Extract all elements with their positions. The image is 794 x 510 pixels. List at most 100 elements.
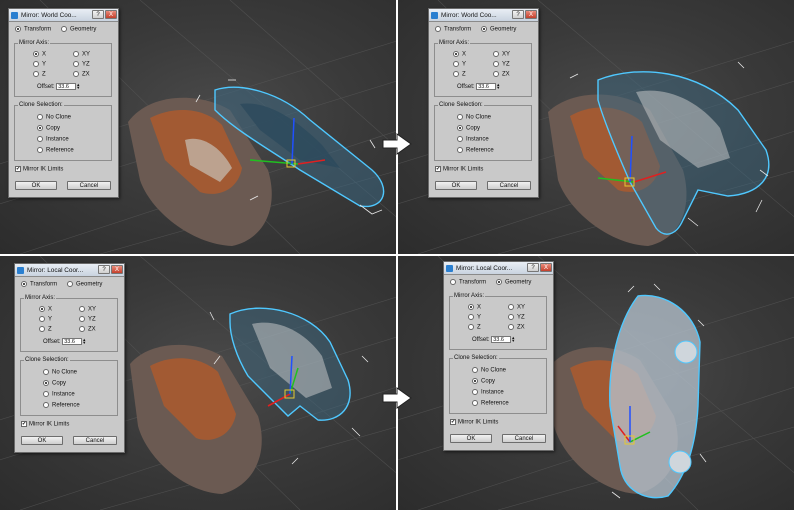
radio-icon[interactable] bbox=[457, 125, 463, 131]
radio-icon[interactable] bbox=[37, 147, 43, 153]
axis-z-radio[interactable]: Z bbox=[468, 324, 481, 331]
axis-x-radio[interactable]: X bbox=[33, 51, 46, 58]
radio-icon[interactable] bbox=[37, 136, 43, 142]
radio-icon[interactable] bbox=[33, 51, 39, 57]
radio-icon[interactable] bbox=[21, 281, 27, 287]
close-button[interactable]: X bbox=[105, 10, 117, 19]
clone-none-radio[interactable]: No Clone bbox=[457, 114, 491, 121]
radio-icon[interactable] bbox=[61, 26, 67, 32]
axis-xy-radio[interactable]: XY bbox=[493, 51, 510, 58]
radio-icon[interactable] bbox=[457, 136, 463, 142]
spinner-arrows-icon[interactable]: ▲ ▼ bbox=[76, 83, 80, 90]
ok-button[interactable]: OK bbox=[15, 181, 57, 190]
radio-icon[interactable] bbox=[33, 61, 39, 67]
mode-transform-radio[interactable]: Transform bbox=[450, 279, 486, 286]
axis-yz-radio[interactable]: YZ bbox=[493, 61, 510, 68]
axis-xy-radio[interactable]: XY bbox=[73, 51, 90, 58]
axis-xy-radio[interactable]: XY bbox=[79, 306, 96, 313]
radio-icon[interactable] bbox=[493, 51, 499, 57]
clone-instance-radio[interactable]: Instance bbox=[457, 136, 489, 143]
help-button[interactable]: ? bbox=[98, 265, 110, 274]
ok-button[interactable]: OK bbox=[450, 434, 492, 443]
spinner-arrows-icon[interactable]: ▲ ▼ bbox=[82, 338, 86, 345]
mode-geometry-radio[interactable]: Geometry bbox=[61, 26, 96, 33]
axis-x-radio[interactable]: X bbox=[468, 304, 481, 311]
clone-copy-radio[interactable]: Copy bbox=[37, 125, 60, 132]
close-button[interactable]: X bbox=[540, 263, 552, 272]
clone-instance-radio[interactable]: Instance bbox=[37, 136, 69, 143]
dialog-titlebar[interactable]: Mirror: Local Coor... ? X bbox=[15, 264, 124, 277]
radio-icon[interactable] bbox=[73, 61, 79, 67]
radio-icon[interactable] bbox=[67, 281, 73, 287]
mode-geometry-radio[interactable]: Geometry bbox=[496, 279, 531, 286]
checkbox-icon[interactable]: ✔ bbox=[15, 166, 21, 172]
radio-icon[interactable] bbox=[15, 26, 21, 32]
axis-y-radio[interactable]: Y bbox=[39, 316, 52, 323]
checkbox-icon[interactable]: ✔ bbox=[435, 166, 441, 172]
radio-icon[interactable] bbox=[453, 51, 459, 57]
close-button[interactable]: X bbox=[111, 265, 123, 274]
clone-instance-radio[interactable]: Instance bbox=[43, 391, 75, 398]
radio-icon[interactable] bbox=[472, 389, 478, 395]
axis-z-radio[interactable]: Z bbox=[39, 326, 52, 333]
axis-y-radio[interactable]: Y bbox=[453, 61, 466, 68]
checkbox-icon[interactable]: ✔ bbox=[21, 421, 27, 427]
mirror-ik-checkbox[interactable]: ✔ Mirror IK Limits bbox=[15, 166, 63, 173]
clone-none-radio[interactable]: No Clone bbox=[43, 369, 77, 376]
radio-icon[interactable] bbox=[37, 114, 43, 120]
radio-icon[interactable] bbox=[493, 71, 499, 77]
radio-icon[interactable] bbox=[453, 71, 459, 77]
axis-yz-radio[interactable]: YZ bbox=[508, 314, 525, 321]
clone-none-radio[interactable]: No Clone bbox=[37, 114, 71, 121]
clone-copy-radio[interactable]: Copy bbox=[472, 378, 495, 385]
dialog-titlebar[interactable]: Mirror: World Coo... ? X bbox=[429, 9, 538, 22]
ok-button[interactable]: OK bbox=[21, 436, 63, 445]
radio-icon[interactable] bbox=[468, 324, 474, 330]
mode-transform-radio[interactable]: Transform bbox=[21, 281, 57, 288]
radio-icon[interactable] bbox=[481, 26, 487, 32]
radio-icon[interactable] bbox=[468, 314, 474, 320]
axis-zx-radio[interactable]: ZX bbox=[508, 324, 525, 331]
cancel-button[interactable]: Cancel bbox=[67, 181, 111, 190]
dialog-titlebar[interactable]: Mirror: Local Coor... ? X bbox=[444, 262, 553, 275]
offset-input[interactable]: 33.6 bbox=[476, 83, 497, 90]
axis-y-radio[interactable]: Y bbox=[33, 61, 46, 68]
help-button[interactable]: ? bbox=[527, 263, 539, 272]
radio-icon[interactable] bbox=[493, 61, 499, 67]
spinner-arrows-icon[interactable]: ▲ ▼ bbox=[511, 336, 515, 343]
radio-icon[interactable] bbox=[472, 400, 478, 406]
radio-icon[interactable] bbox=[496, 279, 502, 285]
radio-icon[interactable] bbox=[472, 367, 478, 373]
radio-icon[interactable] bbox=[457, 147, 463, 153]
axis-zx-radio[interactable]: ZX bbox=[493, 71, 510, 78]
cancel-button[interactable]: Cancel bbox=[502, 434, 546, 443]
radio-icon[interactable] bbox=[43, 391, 49, 397]
radio-icon[interactable] bbox=[450, 279, 456, 285]
radio-icon[interactable] bbox=[73, 51, 79, 57]
clone-instance-radio[interactable]: Instance bbox=[472, 389, 504, 396]
close-button[interactable]: X bbox=[525, 10, 537, 19]
ok-button[interactable]: OK bbox=[435, 181, 477, 190]
offset-input[interactable]: 33.6 bbox=[56, 83, 77, 90]
radio-icon[interactable] bbox=[79, 326, 85, 332]
offset-input[interactable]: 33.6 bbox=[491, 336, 512, 343]
axis-z-radio[interactable]: Z bbox=[453, 71, 466, 78]
axis-xy-radio[interactable]: XY bbox=[508, 304, 525, 311]
clone-reference-radio[interactable]: Reference bbox=[472, 400, 509, 407]
mirror-ik-checkbox[interactable]: ✔ Mirror IK Limits bbox=[435, 166, 483, 173]
radio-icon[interactable] bbox=[37, 125, 43, 131]
radio-icon[interactable] bbox=[457, 114, 463, 120]
axis-yz-radio[interactable]: YZ bbox=[79, 316, 96, 323]
radio-icon[interactable] bbox=[33, 71, 39, 77]
axis-zx-radio[interactable]: ZX bbox=[73, 71, 90, 78]
spinner-arrows-icon[interactable]: ▲ ▼ bbox=[496, 83, 500, 90]
axis-y-radio[interactable]: Y bbox=[468, 314, 481, 321]
radio-icon[interactable] bbox=[43, 402, 49, 408]
help-button[interactable]: ? bbox=[512, 10, 524, 19]
radio-icon[interactable] bbox=[508, 324, 514, 330]
radio-icon[interactable] bbox=[73, 71, 79, 77]
dialog-titlebar[interactable]: Mirror: World Coo... ? X bbox=[9, 9, 118, 22]
checkbox-icon[interactable]: ✔ bbox=[450, 419, 456, 425]
mode-transform-radio[interactable]: Transform bbox=[435, 26, 471, 33]
clone-reference-radio[interactable]: Reference bbox=[43, 402, 80, 409]
